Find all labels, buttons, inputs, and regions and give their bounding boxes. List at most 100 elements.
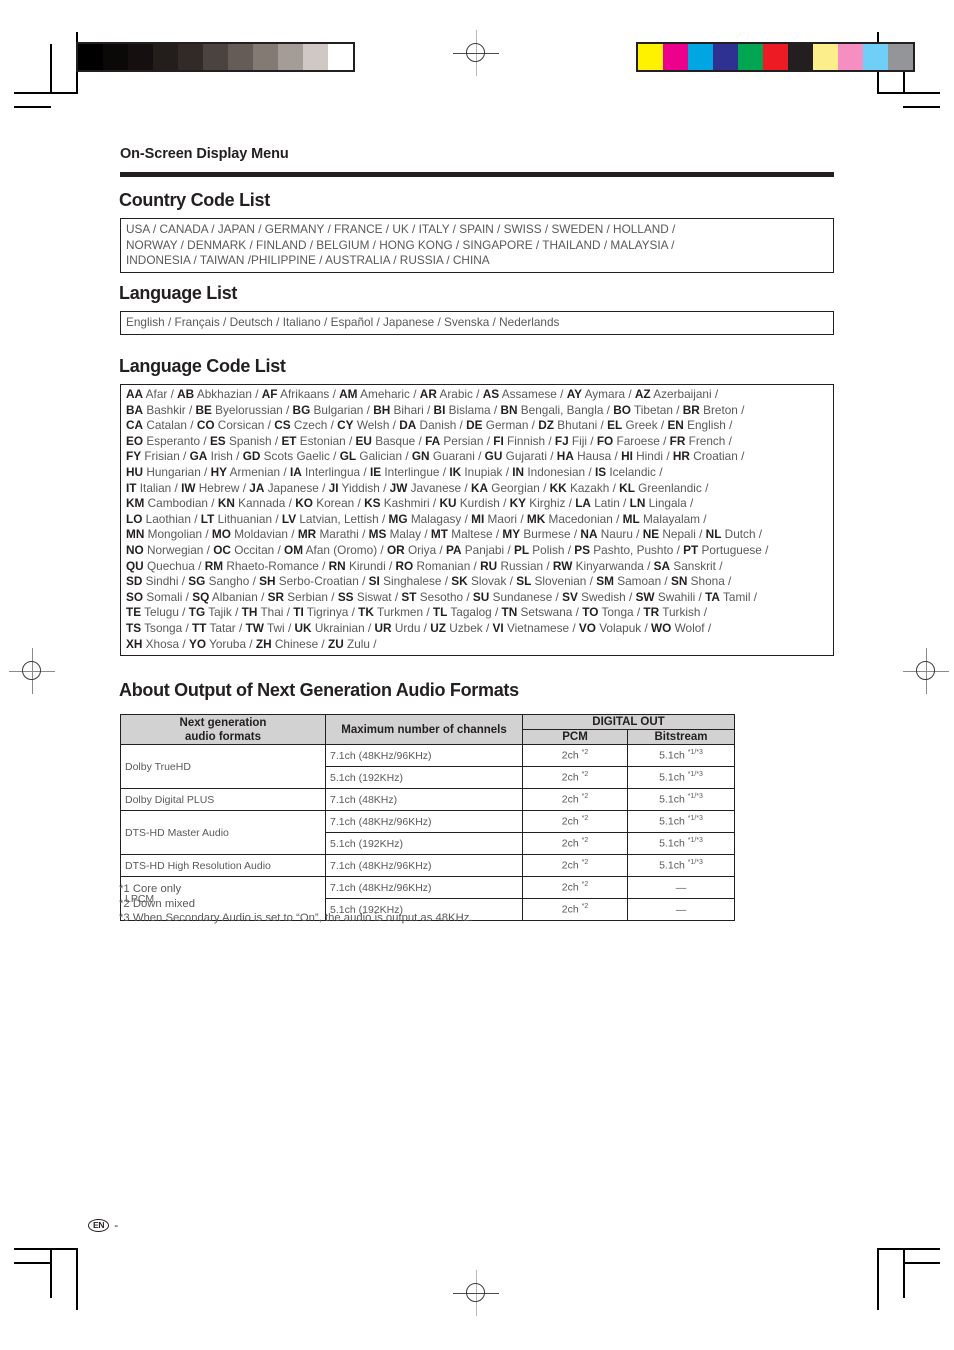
color-swatch-10 [888,44,913,70]
crop-mark-top-right-h2 [903,106,940,108]
grayscale-swatch-8 [278,44,303,70]
registration-mark-icon-top [453,30,499,76]
table-header-row-1: Next generation audio formats Maximum nu… [120,714,735,745]
printed-page: On-Screen Display Menu Country Code List… [0,0,954,1350]
column-header-format-line1: Next generation [179,716,267,729]
registration-mark-icon-right [903,648,949,694]
cell-pcm: 2ch *2 [522,832,628,855]
cell-pcm: 2ch *2 [522,788,628,811]
column-header-digital-out: DIGITAL OUT [522,714,735,730]
table-row: Dolby Digital PLUS 7.1ch (48KHz) 2ch *2 5.1… [120,788,735,811]
section-title-language-code-list: Language Code List [119,356,286,376]
language-code-row: AA Afar / AB Abkhazian / AF Afrikaans / … [126,387,719,401]
cell-pcm: 2ch *2 [522,744,628,767]
cell-max-channels: 5.1ch (192KHz) [325,766,523,789]
language-code-row: XH Xhosa / YO Yoruba / ZH Chinese / ZU Z… [126,636,377,651]
table-row: DTS-HD Master Audio 7.1ch (48KHz/96KHz) 2c… [120,810,735,855]
language-code-list-box: AA Afar / AB Abkhazian / AF Afrikaans / … [120,384,834,657]
grayscale-swatch-2 [128,44,153,70]
header-rule [120,172,834,177]
color-swatch-5 [763,44,788,70]
column-header-format: Next generation audio formats [120,714,326,745]
color-swatch-4 [738,44,763,70]
section-title-audio-formats: About Output of Next Generation Audio Fo… [119,680,519,700]
running-head: On-Screen Display Menu [120,146,289,162]
page-footer: EN - [88,1218,118,1232]
country-code-line: USA / CANADA / JAPAN / GERMANY / FRANCE … [126,222,676,236]
language-code-row: QU Quechua / RM Rhaeto-Romance / RN Kiru… [126,558,723,573]
color-calibration-strip [636,42,915,72]
cell-audio-format: DTS-HD Master Audio [120,810,326,855]
column-header-format-line2: audio formats [184,730,262,743]
language-list-line: English / Français / Deutsch / Italiano … [126,315,560,329]
registration-mark-icon-left [9,648,55,694]
cell-pcm: 2ch *2 [522,766,628,789]
grayscale-swatch-5 [203,44,228,70]
color-swatch-1 [663,44,688,70]
crop-mark-top-left-2 [50,44,52,94]
crop-mark-bottom-right-2 [903,1248,905,1298]
cell-audio-format: DTS-HD High Resolution Audio [120,854,326,877]
language-code-row: BA Bashkir / BE Byelorussian / BG Bulgar… [126,402,745,417]
cell-bitstream: — [627,898,735,921]
cell-bitstream: — [627,876,735,899]
cell-bitstream: 5.1ch *1/*3 [627,854,735,877]
cell-bitstream: 5.1ch *1/*3 [627,766,735,789]
column-header-max-channels: Maximum number of channels [325,714,523,745]
language-code-row: KM Cambodian / KN Kannada / KO Korean / … [126,496,694,511]
crop-mark-bottom-right-h [877,1248,940,1250]
color-swatch-3 [713,44,738,70]
grayscale-swatch-1 [103,44,128,70]
crop-mark-top-left-h [14,92,77,94]
language-list-box: English / Français / Deutsch / Italiano … [120,311,834,335]
cell-pcm: 2ch *2 [522,876,628,899]
grayscale-swatch-6 [228,44,253,70]
cell-audio-format: Dolby TrueHD [120,744,326,789]
country-code-line: INDONESIA / TAIWAN /PHILIPPINE / AUSTRAL… [126,253,490,268]
crop-mark-bottom-left-h2 [14,1262,51,1264]
grayscale-swatch-3 [153,44,178,70]
footnote-line: *1 Core only [119,883,182,895]
cell-bitstream: 5.1ch *1/*3 [627,810,735,833]
column-header-pcm: PCM [522,729,628,745]
country-code-line: NORWAY / DENMARK / FINLAND / BELGIUM / H… [126,237,675,252]
color-swatch-7 [813,44,838,70]
language-code-row: CA Catalan / CO Corsican / CS Czech / CY… [126,418,733,433]
crop-mark-bottom-left-2 [50,1248,52,1298]
language-code-row: TE Telugu / TG Tajik / TH Thai / TI Tigr… [126,605,708,620]
color-swatch-8 [838,44,863,70]
cell-bitstream: 5.1ch *1/*3 [627,744,735,767]
cell-pcm: 2ch *2 [522,854,628,877]
table-row: DTS-HD High Resolution Audio 7.1ch (48KHz… [120,854,735,877]
color-swatch-6 [788,44,813,70]
footnote-line: *3 When Secondary Audio is set to “On”, … [119,912,473,925]
country-code-list-box: USA / CANADA / JAPAN / GERMANY / FRANCE … [120,218,834,273]
language-code-row: SO Somali / SQ Albanian / SR Serbian / S… [126,589,758,604]
cell-max-channels: 7.1ch (48KHz) [325,788,523,811]
crop-mark-bottom-right [877,1248,879,1310]
grayscale-swatch-4 [178,44,203,70]
footnote-line: *2 Down mixed [119,897,195,910]
language-code-row: NO Norwegian / OC Occitan / OM Afan (Oro… [126,542,769,557]
language-code-row: MN Mongolian / MO Moldavian / MR Marathi… [126,527,763,542]
language-badge: EN [88,1218,110,1232]
grayscale-swatch-7 [253,44,278,70]
grayscale-swatch-9 [303,44,328,70]
grayscale-calibration-strip [76,42,355,72]
section-title-country-code-list: Country Code List [119,190,270,210]
language-code-row: EO Esperanto / ES Spanish / ET Estonian … [126,433,732,448]
table-row: Dolby TrueHD 7.1ch (48KHz/96KHz) 2ch *2 5.1… [120,744,735,789]
crop-mark-bottom-right-h2 [903,1262,940,1264]
cell-max-channels: 7.1ch (48KHz/96KHz) [325,810,523,833]
cell-max-channels: 7.1ch (48KHz/96KHz) [325,854,523,877]
language-code-row: FY Frisian / GA Irish / GD Scots Gaelic … [126,449,745,464]
grayscale-swatch-10 [328,44,353,70]
page-number-dash: - [114,1218,119,1232]
color-swatch-9 [863,44,888,70]
language-code-row: TS Tsonga / TT Tatar / TW Twi / UK Ukrai… [126,620,712,635]
column-header-bitstream: Bitstream [627,729,735,745]
language-code-row: HU Hungarian / HY Armenian / IA Interlin… [126,464,663,479]
audio-table-footnotes: *1 Core only *2 Down mixed *3 When Seconda… [119,882,473,926]
cell-max-channels: 5.1ch (192KHz) [325,832,523,855]
cell-max-channels: 7.1ch (48KHz/96KHz) [325,744,523,767]
